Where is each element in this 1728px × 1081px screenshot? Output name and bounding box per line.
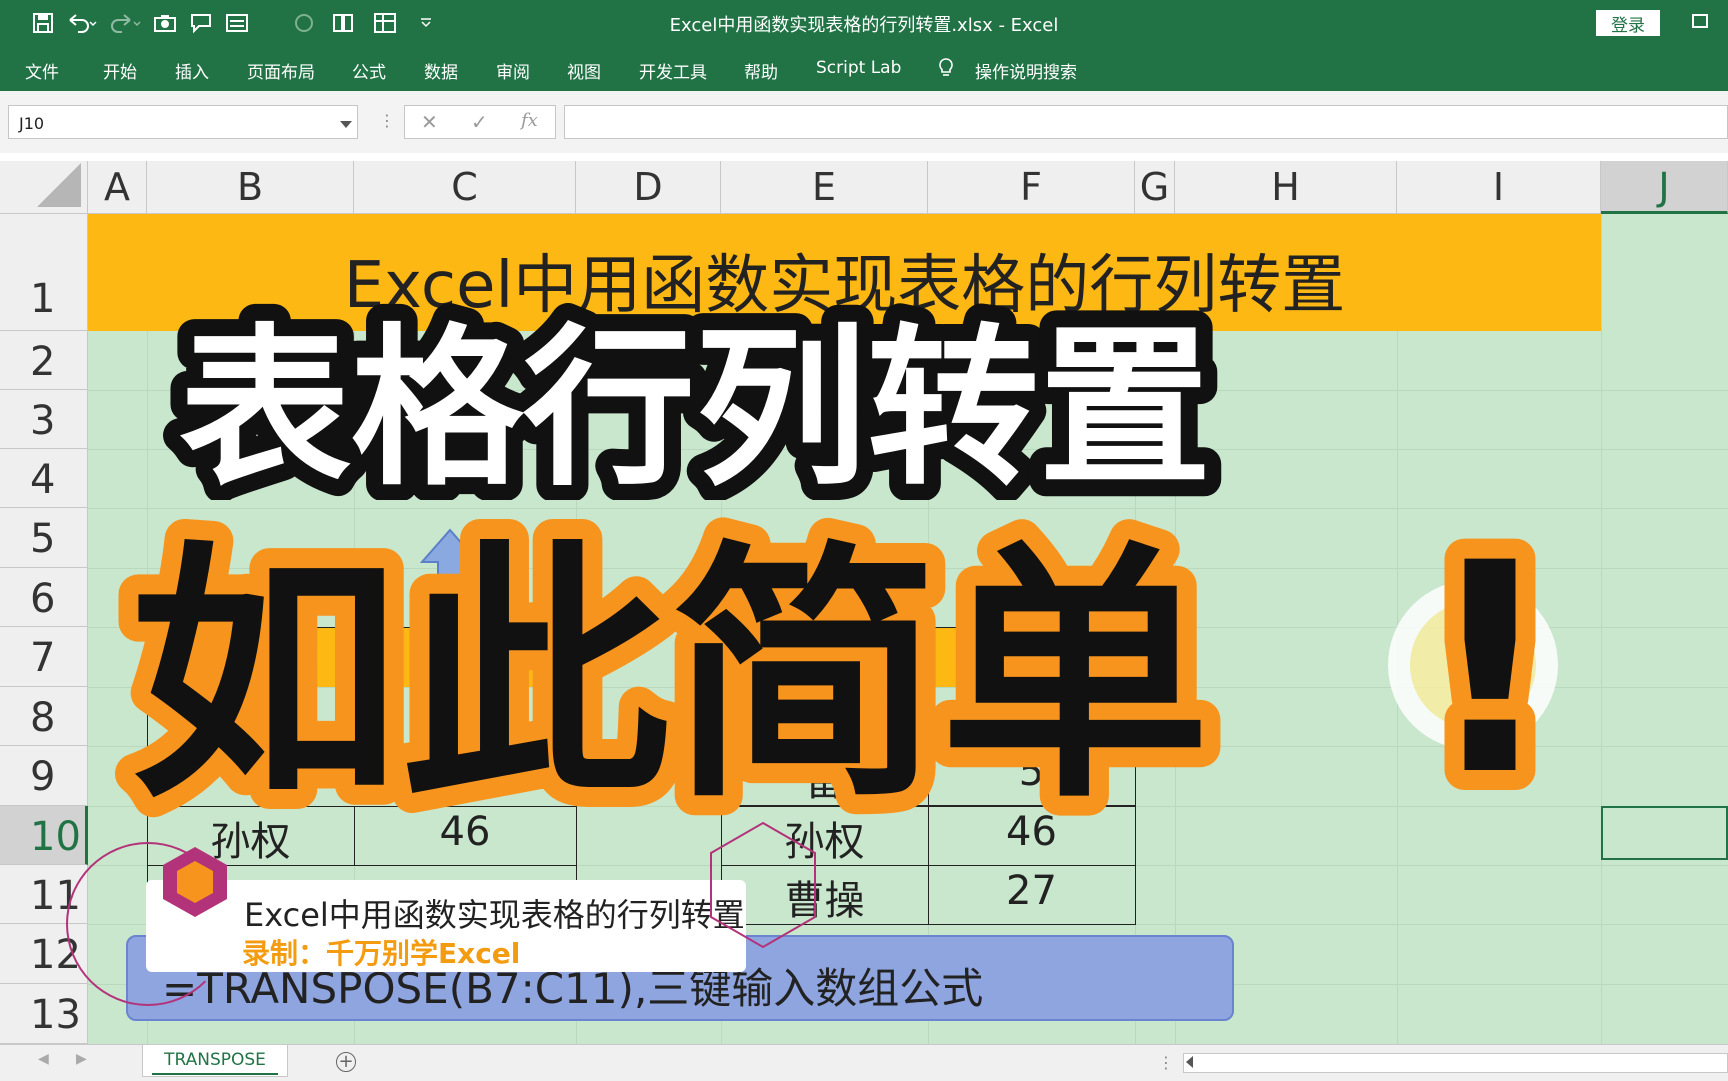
overlay-title-line2: 如此简单 如此简单 ! ! <box>110 500 1576 830</box>
hexagon-outline-icon <box>710 821 816 949</box>
col-header-i[interactable]: I <box>1397 161 1601 214</box>
formula-input[interactable] <box>564 105 1728 139</box>
tell-me-search[interactable]: 操作说明搜索 <box>975 58 1077 83</box>
row-header-7[interactable]: 7 <box>0 627 88 687</box>
prev-sheet-icon[interactable]: ◀ <box>38 1051 49 1067</box>
row-header-3[interactable]: 3 <box>0 390 88 449</box>
row-header-5[interactable]: 5 <box>0 508 88 568</box>
tab-file[interactable]: 文件 <box>25 58 59 83</box>
name-box-dropdown-icon[interactable] <box>340 121 352 128</box>
tab-developer[interactable]: 开发工具 <box>639 58 707 83</box>
scroll-left-icon[interactable] <box>1186 1056 1193 1068</box>
author-card: Excel中用函数实现表格的行列转置 录制：千万别学Excel <box>146 880 746 972</box>
add-sheet-button[interactable]: + <box>336 1052 356 1072</box>
row-header-2[interactable]: 2 <box>0 331 88 390</box>
col-header-f[interactable]: F <box>928 161 1135 214</box>
login-button[interactable]: 登录 <box>1596 10 1660 36</box>
col-header-b[interactable]: B <box>147 161 354 214</box>
name-box[interactable]: J10 <box>8 105 358 139</box>
col-header-a[interactable]: A <box>88 161 147 214</box>
cell-f11[interactable]: 27 <box>928 868 1135 914</box>
ribbon-display-icon[interactable] <box>1692 14 1708 28</box>
tab-view[interactable]: 视图 <box>567 58 601 83</box>
cancel-icon[interactable]: ✕ <box>421 110 438 134</box>
tab-review[interactable]: 审阅 <box>496 58 530 83</box>
row-header-1[interactable]: 1 <box>0 214 88 331</box>
window-title: Excel中用函数实现表格的行列转置.xlsx - Excel <box>669 15 1059 36</box>
row-header-10[interactable]: 10 <box>0 806 88 865</box>
tab-splitter[interactable]: ⋮ <box>1158 1053 1174 1072</box>
hexagon-badge-icon <box>163 847 227 917</box>
row-header-6[interactable]: 6 <box>0 568 88 627</box>
horizontal-scrollbar[interactable] <box>1183 1053 1728 1073</box>
ribbon-tabs: 文件 开始 插入 页面布局 公式 数据 审阅 视图 开发工具 帮助 Script… <box>0 46 1728 91</box>
row-header-4[interactable]: 4 <box>0 449 88 508</box>
sheet-tab-bar: ◀ ▶ TRANSPOSE + ⋮ <box>0 1044 1728 1081</box>
select-all-button[interactable] <box>0 161 88 214</box>
col-header-h[interactable]: H <box>1175 161 1397 214</box>
tab-home[interactable]: 开始 <box>103 58 137 83</box>
svg-text:如此简单: 如此简单 <box>130 519 1210 830</box>
col-header-g[interactable]: G <box>1135 161 1175 214</box>
row-header-9[interactable]: 9 <box>0 746 88 806</box>
col-header-j[interactable]: J <box>1601 161 1728 214</box>
enter-icon[interactable]: ✓ <box>471 110 488 134</box>
author-card-title: Excel中用函数实现表格的行列转置 <box>244 896 745 934</box>
lightbulb-icon <box>939 58 953 76</box>
author-card-credit: 录制：千万别学Excel <box>242 937 521 970</box>
tab-page-layout[interactable]: 页面布局 <box>247 58 315 83</box>
title-bar: Excel中用函数实现表格的行列转置.xlsx - Excel 登录 <box>0 0 1728 46</box>
row-header-8[interactable]: 8 <box>0 687 88 746</box>
formula-bar: J10 ⋮ ✕ ✓ fx <box>0 91 1728 153</box>
svg-text:表格行列转置: 表格行列转置 <box>179 308 1211 500</box>
svg-text:!: ! <box>1424 502 1556 830</box>
overlay-title-line1: 表格行列转置 表格行列转置 <box>162 300 1228 500</box>
next-sheet-icon[interactable]: ▶ <box>76 1051 87 1067</box>
tab-insert[interactable]: 插入 <box>175 58 209 83</box>
formula-bar-splitter[interactable]: ⋮ <box>379 111 395 130</box>
tab-data[interactable]: 数据 <box>424 58 458 83</box>
col-header-d[interactable]: D <box>576 161 721 214</box>
tab-help[interactable]: 帮助 <box>744 58 778 83</box>
insert-function-icon[interactable]: fx <box>521 110 538 131</box>
formula-buttons: ✕ ✓ fx <box>404 105 556 139</box>
col-header-e[interactable]: E <box>721 161 928 214</box>
tab-formulas[interactable]: 公式 <box>352 58 386 83</box>
row-header-13[interactable]: 13 <box>0 984 88 1044</box>
tab-script-lab[interactable]: Script Lab <box>816 58 901 78</box>
col-header-c[interactable]: C <box>354 161 576 214</box>
